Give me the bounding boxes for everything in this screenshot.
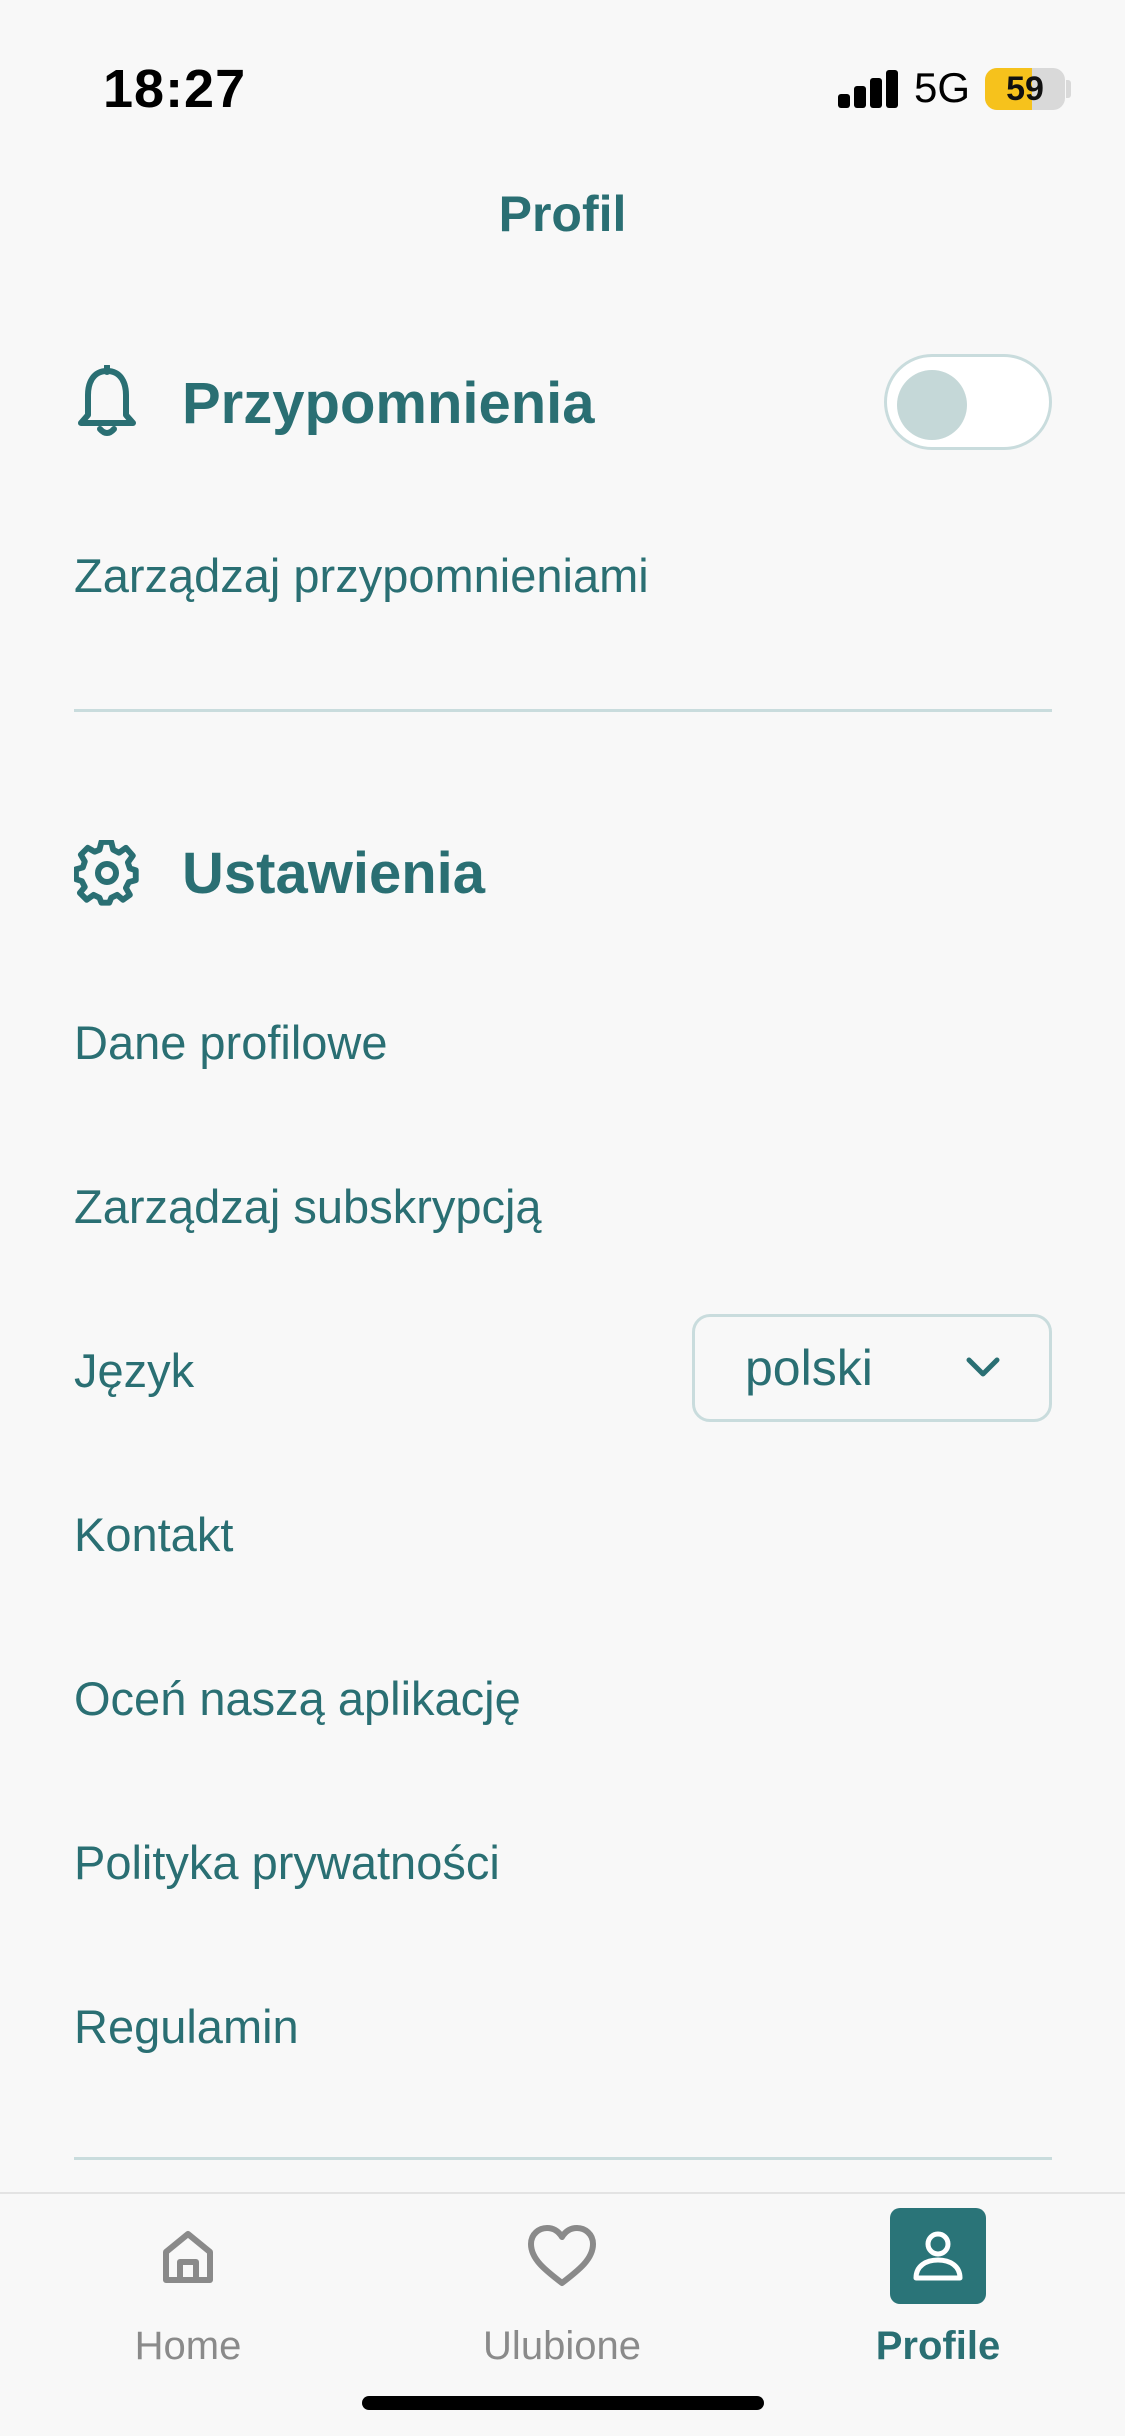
bell-icon	[74, 363, 140, 443]
tab-favorites[interactable]: Ulubione	[432, 2194, 692, 2374]
person-icon	[890, 2208, 986, 2304]
status-time: 18:27	[103, 59, 247, 119]
terms-link[interactable]: Regulamin	[74, 1999, 299, 2054]
home-indicator	[362, 2396, 764, 2410]
tab-favorites-label: Ulubione	[483, 2324, 641, 2368]
gear-icon	[74, 833, 140, 913]
language-value: polski	[745, 1340, 873, 1396]
tab-profile-label: Profile	[875, 2324, 1001, 2368]
heart-icon	[514, 2208, 610, 2304]
settings-header: Ustawienia	[74, 828, 485, 918]
tab-profile[interactable]: Profile	[808, 2194, 1068, 2374]
page-title: Profil	[498, 186, 627, 242]
reminders-title: Przypomnienia	[182, 370, 595, 436]
privacy-policy-link[interactable]: Polityka prywatności	[74, 1835, 500, 1890]
reminders-header: Przypomnienia	[74, 358, 595, 448]
manage-subscription-link[interactable]: Zarządzaj subskrypcją	[74, 1179, 542, 1234]
signal-icon	[838, 68, 900, 108]
home-icon	[140, 2208, 236, 2304]
manage-reminders-link[interactable]: Zarządzaj przypomnieniami	[74, 548, 649, 603]
battery-percent: 59	[1006, 70, 1044, 108]
reminders-toggle[interactable]	[884, 354, 1052, 450]
toggle-knob	[897, 370, 967, 440]
battery-icon: 59	[985, 68, 1065, 110]
divider	[74, 2157, 1052, 2160]
network-type: 5G	[914, 64, 971, 111]
divider	[74, 709, 1052, 712]
chevron-down-icon	[965, 1355, 1001, 1384]
profile-data-link[interactable]: Dane profilowe	[74, 1015, 388, 1070]
tab-home-label: Home	[134, 2324, 242, 2368]
tab-home[interactable]: Home	[58, 2194, 318, 2374]
language-select[interactable]: polski	[692, 1314, 1052, 1422]
language-label: Język	[74, 1344, 195, 1397]
settings-title: Ustawienia	[182, 840, 485, 906]
rate-app-link[interactable]: Oceń naszą aplikację	[74, 1671, 521, 1726]
battery-tip	[1066, 80, 1071, 98]
contact-link[interactable]: Kontakt	[74, 1507, 233, 1562]
status-bar: 18:27 5G 59	[0, 0, 1125, 170]
